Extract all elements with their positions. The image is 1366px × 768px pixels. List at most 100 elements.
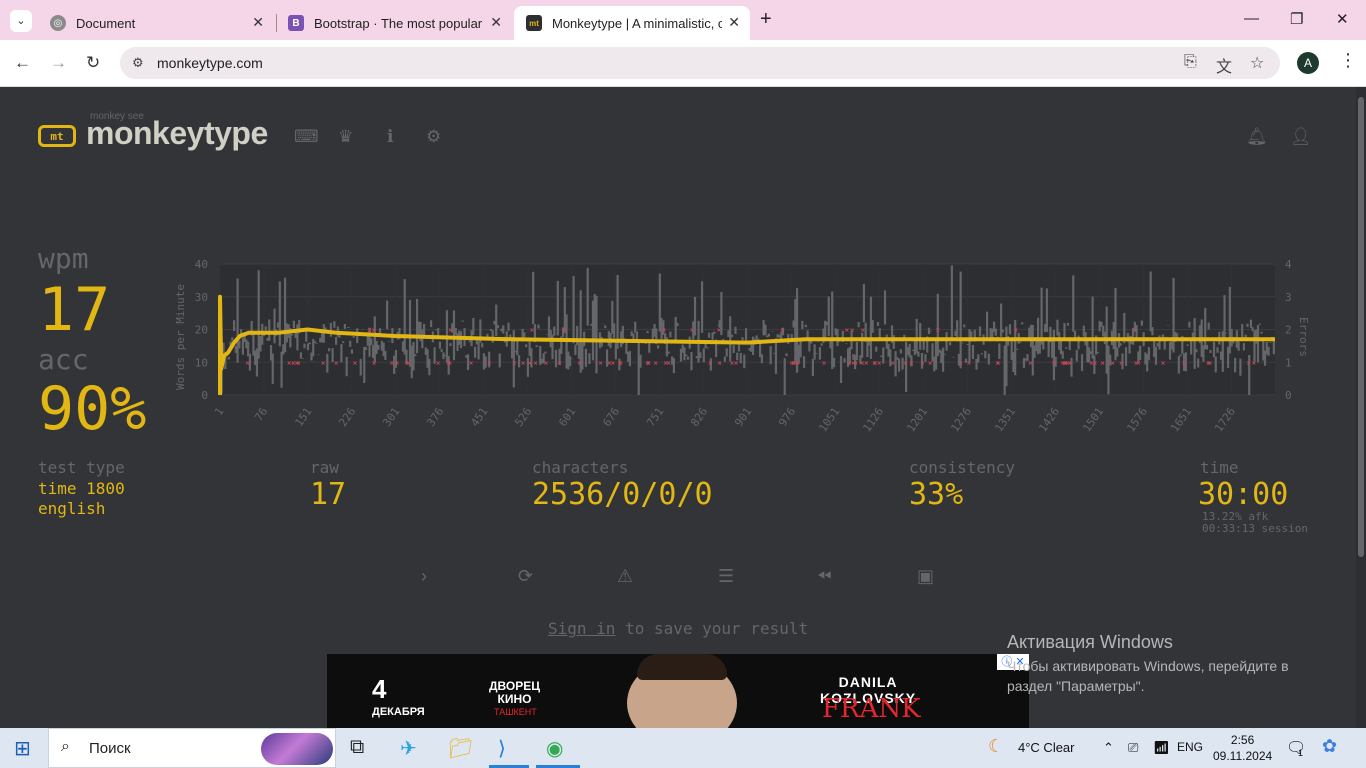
error-marker: × [1119,360,1123,367]
close-tab-icon[interactable]: ✕ [728,14,740,31]
reload-icon[interactable]: ↻ [86,53,100,73]
tab-title: Monkeytype | A minimalistic, cu [552,15,722,31]
raw-value: 17 [310,477,347,512]
chrome-icon[interactable]: ◉ [546,736,563,761]
x-tick-label: 601 [556,405,578,429]
search-highlight-image [261,733,333,765]
profile-avatar[interactable]: A [1297,52,1319,74]
error-marker: × [390,360,394,367]
error-marker: × [512,360,516,367]
consistency-label: consistency [909,458,1015,477]
notification-bell-icon[interactable]: 🔔︎ [1246,127,1268,147]
taskbar-clock[interactable]: 2:56 09.11.2024 [1213,732,1272,764]
restart-icon[interactable]: ⟳ [518,566,533,587]
x-tick-label: 826 [688,405,710,429]
tray-chevron-up-icon[interactable]: ⌃ [1103,740,1114,756]
wpm-label: wpm [38,242,89,275]
task-view-icon[interactable]: ⧉ [350,736,364,759]
time-value: 30:00 [1198,477,1289,512]
error-marker: × [246,360,250,367]
error-marker: × [996,360,1000,367]
restore-icon[interactable]: ❐ [1290,10,1303,28]
error-marker: × [1028,360,1032,367]
close-tab-icon[interactable]: ✕ [252,14,264,31]
x-tick-label: 451 [468,405,490,429]
bookmark-star-icon[interactable]: ☆ [1250,53,1264,73]
tab-bootstrap[interactable]: B Bootstrap · The most popular H ✕ [276,6,512,40]
tab-monkeytype[interactable]: mt Monkeytype | A minimalistic, cu ✕ [514,6,750,40]
error-marker: × [1052,360,1056,367]
minimize-icon[interactable]: — [1244,10,1259,27]
logo-text[interactable]: monkeytype [86,115,268,152]
language-indicator[interactable]: ENG [1177,740,1203,754]
error-marker: × [891,360,895,367]
error-marker: × [448,360,452,367]
ad-city: ТАШКЕНТ [494,707,537,717]
test-language-value: english [38,499,106,518]
close-window-icon[interactable]: ✕ [1336,10,1349,28]
scrollbar-thumb[interactable] [1358,97,1364,557]
y2-tick-label: 4 [1285,258,1292,271]
next-test-chevron-icon[interactable]: › [421,566,427,587]
error-marker: × [921,360,925,367]
settings-gear-icon[interactable]: ⚙ [426,127,441,147]
error-marker: × [959,360,963,367]
notifications-icon[interactable]: 🗨︎ [1286,738,1306,758]
error-marker: × [1093,360,1097,367]
warning-triangle-icon[interactable]: ⚠ [617,566,633,587]
windows-start-icon[interactable]: ⊞ [14,736,31,761]
replay-rewind-icon[interactable]: ⏪︎ [817,566,831,587]
error-marker: × [1133,328,1137,335]
wifi-icon[interactable]: 📶︎ [1153,740,1170,756]
bootstrap-icon: B [288,15,304,31]
weather-icon[interactable]: ☾ [988,736,1004,757]
error-marker: × [861,328,865,335]
keyboard-icon[interactable]: ⌨ [294,127,319,147]
monkeytype-favicon-icon: mt [526,15,542,31]
windows-activation-text: Чтобы активировать Windows, перейдите в … [1007,658,1289,694]
back-arrow-icon[interactable]: ← [14,53,31,73]
x-tick-label: 1351 [992,405,1018,434]
translate-icon[interactable]: 文 [1216,53,1232,77]
signin-link[interactable]: Sign in [548,619,615,638]
new-tab-button[interactable]: + [760,8,772,31]
error-marker: × [690,328,694,335]
site-settings-icon[interactable]: ⚙ [132,55,144,71]
tab-search-button[interactable]: ⌄ [10,10,32,32]
x-tick-label: 901 [732,405,754,429]
telegram-icon[interactable]: ✈ [400,736,417,761]
browser-toolbar: ← → ↻ ⚙ monkeytype.com ⎘ 文 ☆ A ⋮ [0,40,1366,87]
error-marker: × [647,360,651,367]
taskbar-search[interactable]: ⌕ Поиск [48,728,336,768]
info-icon[interactable]: i [387,127,393,147]
error-marker: × [533,360,537,367]
x-tick-label: 226 [336,405,358,429]
error-marker: × [822,360,826,367]
x-tick-label: 1051 [816,405,842,434]
crown-icon[interactable]: ♛ [338,127,353,147]
address-bar[interactable]: ⚙ monkeytype.com ⎘ 文 ☆ [120,47,1280,79]
account-user-icon[interactable]: 👤︎ [1290,127,1312,147]
browser-menu-icon[interactable]: ⋮ [1339,50,1357,71]
forward-arrow-icon[interactable]: → [50,53,67,73]
result-chart: × × × ×× × × ×× ×× × × ×× × ×××× × × × ××× × ××× × × × ×× ×× ×××… [174,258,1310,434]
error-marker: × [1161,360,1165,367]
weather-text[interactable]: 4°C Clear [1018,740,1075,755]
file-explorer-icon[interactable]: 📁︎ [448,736,473,761]
logo-icon[interactable]: mt [38,125,76,147]
page-scrollbar[interactable] [1356,87,1366,728]
advertisement-banner[interactable]: 4 ДЕКАБРЯ ДВОРЕЦ КИНО ТАШКЕНТ DANILA KOZ… [327,654,1029,728]
error-marker: × [1252,360,1256,367]
install-app-icon[interactable]: ⎘ [1184,53,1197,71]
screenshot-image-icon[interactable]: ▣ [917,566,934,587]
words-history-icon[interactable]: ☰ [718,566,734,587]
tab-document[interactable]: ◎ Document ✕ [38,6,274,40]
acc-value: 90% [38,374,147,444]
device-icon[interactable]: ⎚ [1128,740,1138,756]
x-tick-label: 526 [512,405,534,429]
copilot-icon[interactable]: ✿ [1322,736,1337,757]
close-tab-icon[interactable]: ✕ [490,14,502,31]
vscode-icon[interactable]: ⟩ [498,736,506,761]
ad-portrait-hair [637,654,727,680]
error-marker: × [577,360,581,367]
